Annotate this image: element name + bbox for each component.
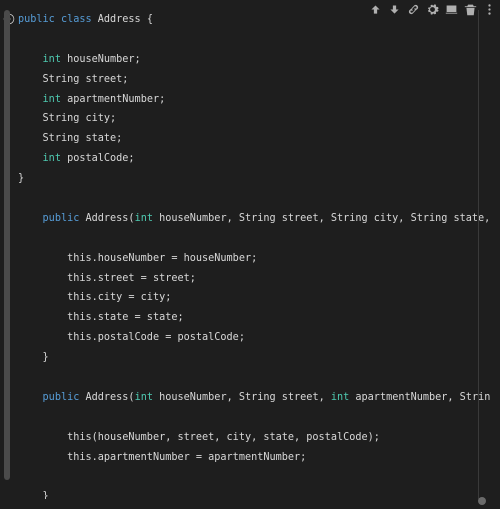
code-line[interactable]: String state; bbox=[18, 133, 122, 144]
code-line[interactable]: } bbox=[18, 352, 49, 363]
code-editor[interactable]: public class Address { int houseNumber; … bbox=[18, 10, 490, 499]
code-line[interactable]: this.city = city; bbox=[18, 292, 171, 303]
code-line[interactable]: public Address(int houseNumber, String s… bbox=[18, 213, 490, 224]
mirror-icon[interactable] bbox=[445, 3, 458, 16]
trash-icon[interactable] bbox=[464, 3, 477, 16]
code-line[interactable]: public class Address { bbox=[18, 14, 153, 25]
code-line[interactable]: } bbox=[18, 173, 24, 184]
code-line[interactable]: String street; bbox=[18, 74, 128, 85]
code-line[interactable]: int apartmentNumber; bbox=[18, 94, 165, 105]
code-line[interactable]: } bbox=[18, 491, 49, 499]
arrow-up-icon[interactable] bbox=[369, 3, 382, 16]
code-line[interactable]: this.houseNumber = houseNumber; bbox=[18, 253, 257, 264]
scrollbar[interactable] bbox=[4, 10, 10, 501]
code-line[interactable]: this.postalCode = postalCode; bbox=[18, 332, 245, 343]
arrow-down-icon[interactable] bbox=[388, 3, 401, 16]
more-icon[interactable] bbox=[483, 3, 496, 16]
code-line[interactable]: this.apartmentNumber = apartmentNumber; bbox=[18, 452, 306, 463]
code-content[interactable]: public class Address { int houseNumber; … bbox=[18, 10, 490, 499]
gear-icon[interactable] bbox=[426, 3, 439, 16]
code-line[interactable]: this.street = street; bbox=[18, 273, 196, 284]
code-line[interactable]: public Address(int houseNumber, String s… bbox=[18, 392, 490, 403]
code-line[interactable]: this.state = state; bbox=[18, 312, 184, 323]
link-icon[interactable] bbox=[407, 3, 420, 16]
code-line[interactable]: int postalCode; bbox=[18, 153, 135, 164]
cell-toolbar bbox=[369, 3, 496, 16]
code-line[interactable]: String city; bbox=[18, 113, 116, 124]
scrollbar-thumb[interactable] bbox=[4, 10, 10, 480]
code-line[interactable]: int houseNumber; bbox=[18, 54, 141, 65]
status-dot bbox=[478, 497, 486, 505]
code-line[interactable]: this(houseNumber, street, city, state, p… bbox=[18, 432, 380, 443]
